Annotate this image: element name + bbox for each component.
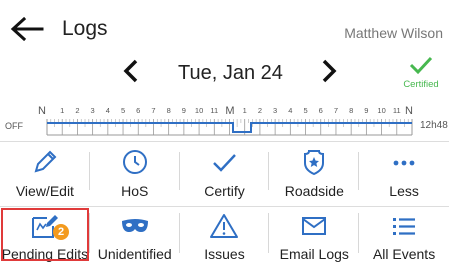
graph-hour-label: 2 <box>75 106 79 115</box>
graph-hour-label: 1 <box>243 106 247 115</box>
graph-hour-label: 6 <box>319 106 323 115</box>
all-events-button[interactable]: All Events <box>359 207 449 262</box>
graph-total-label: 12h48 <box>420 120 448 131</box>
certify-button[interactable]: Certify <box>180 142 270 206</box>
graph-hour-label: 9 <box>182 106 186 115</box>
graph-hour-label: 4 <box>106 106 110 115</box>
email-logs-label: Email Logs <box>279 246 349 262</box>
view-edit-button[interactable]: View/Edit <box>0 142 90 206</box>
back-arrow-icon[interactable] <box>10 17 44 41</box>
pending-edits-button[interactable]: 2 Pending Edits <box>0 207 90 262</box>
graph-hour-label: 6 <box>136 106 140 115</box>
graph-hour-label: 11 <box>393 106 401 115</box>
graph-hour-label: 11 <box>210 106 218 115</box>
graph-hour-label: 7 <box>151 106 155 115</box>
certified-label: Certified <box>403 79 439 90</box>
graph-off-label: OFF <box>5 121 23 131</box>
clock-icon <box>121 147 149 177</box>
issues-label: Issues <box>204 246 245 262</box>
graph-hour-label: 1 <box>60 106 64 115</box>
badge-icon <box>300 147 328 177</box>
action-row-secondary: 2 Pending Edits Unidentified Issues Emai… <box>0 207 449 262</box>
graph-hour-label: 9 <box>364 106 368 115</box>
mask-icon <box>119 211 151 241</box>
less-label: Less <box>389 183 419 199</box>
certified-status: Certified <box>396 55 446 90</box>
graph-hour-label: 10 <box>195 106 203 115</box>
graph-grid <box>46 119 413 136</box>
roadside-button[interactable]: Roadside <box>269 142 360 206</box>
graph-mid-label: M <box>225 105 234 117</box>
hos-button[interactable]: HoS <box>90 142 180 206</box>
graph-start-label: N <box>38 105 46 117</box>
pending-count-badge: 2 <box>53 224 69 240</box>
next-day-icon[interactable] <box>320 59 338 83</box>
pencil-icon <box>31 147 59 177</box>
date-navigator: Tue, Jan 24 <box>0 52 449 92</box>
action-row-primary: View/Edit HoS Certify Roadside Less <box>0 141 449 207</box>
all-events-label: All Events <box>372 246 436 262</box>
email-logs-button[interactable]: Email Logs <box>269 207 360 262</box>
graph-end-label: N <box>405 105 413 117</box>
graph-hour-label: 3 <box>273 106 277 115</box>
more-dots-icon <box>390 147 418 177</box>
list-icon <box>389 211 419 241</box>
view-edit-label: View/Edit <box>15 183 74 199</box>
unidentified-label: Unidentified <box>97 246 172 262</box>
graph-hour-label: 4 <box>288 106 292 115</box>
page-title: Logs <box>62 17 108 40</box>
hos-label: HoS <box>121 183 149 199</box>
graph-hour-label: 5 <box>303 106 307 115</box>
envelope-icon <box>299 211 329 241</box>
graph-hour-label: 7 <box>334 106 338 115</box>
graph-hour-label: 8 <box>349 106 353 115</box>
previous-day-icon[interactable] <box>122 59 140 83</box>
graph-hour-label: 8 <box>167 106 171 115</box>
current-date: Tue, Jan 24 <box>178 62 283 84</box>
header-bar: Logs Matthew Wilson <box>0 0 449 50</box>
issues-button[interactable]: Issues <box>180 207 270 262</box>
check-icon <box>210 147 238 177</box>
roadside-label: Roadside <box>284 183 344 199</box>
user-name: Matthew Wilson <box>344 25 443 41</box>
warning-icon <box>209 211 239 241</box>
less-button[interactable]: Less <box>359 142 449 206</box>
graph-hour-label: 10 <box>377 106 385 115</box>
certify-label: Certify <box>204 183 245 199</box>
graph-hour-label: 5 <box>121 106 125 115</box>
unidentified-button[interactable]: Unidentified <box>90 207 180 262</box>
hos-graph[interactable]: N M N 1 2 3 4 5 6 7 8 9 10 11 1 2 3 4 5 6 7 8 9 10 11 OFF 12h… <box>0 102 449 140</box>
graph-hour-label: 3 <box>91 106 95 115</box>
pending-edits-label: Pending Edits <box>1 246 89 262</box>
graph-hour-label: 2 <box>258 106 262 115</box>
certified-check-icon <box>409 56 433 75</box>
